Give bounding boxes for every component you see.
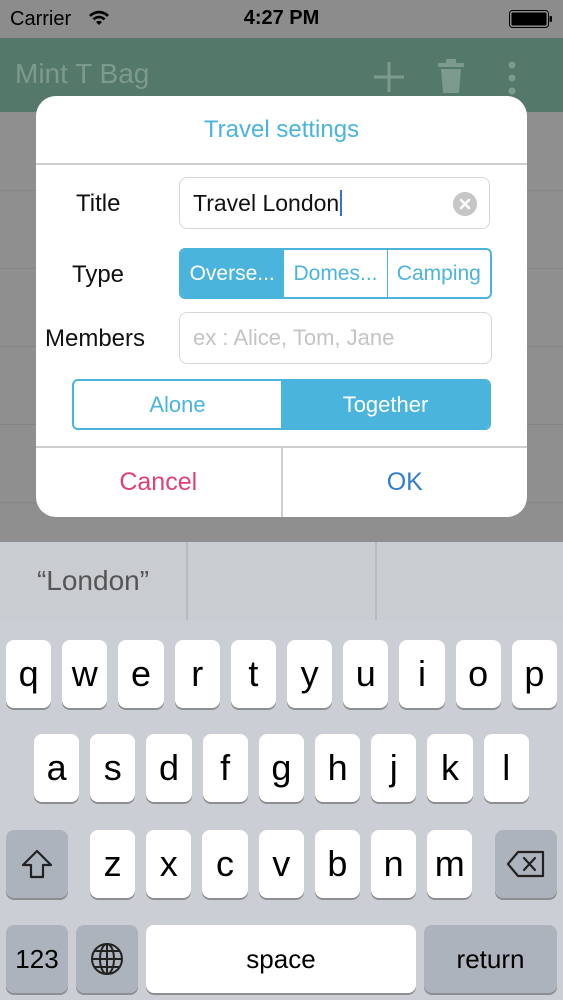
text-caret [340, 190, 343, 216]
key-t[interactable]: t [230, 640, 276, 708]
key-h[interactable]: h [315, 734, 361, 802]
key-b[interactable]: b [314, 830, 360, 898]
dialog-title: Travel settings [203, 116, 360, 143]
type-label: Type [72, 261, 125, 288]
type-option-domestic[interactable]: Domes... [283, 250, 386, 297]
members-placeholder: ex : Alice, Tom, Jane [193, 325, 395, 350]
suggestion-item[interactable] [377, 542, 563, 620]
key-r[interactable]: r [174, 640, 220, 708]
return-key[interactable]: return [424, 925, 557, 993]
key-y[interactable]: y [287, 640, 333, 708]
dialog-divider [36, 163, 527, 165]
key-s[interactable]: s [90, 734, 136, 802]
title-field[interactable]: Travel London [179, 177, 490, 229]
trash-icon[interactable] [437, 58, 465, 94]
key-o[interactable]: o [455, 640, 501, 708]
key-m[interactable]: m [427, 830, 473, 898]
keyboard: qwertyuiop asdfghjkl zxcvbnm 123 space r… [0, 620, 563, 1000]
key-e[interactable]: e [118, 640, 164, 708]
dialog-buttons: Cancel OK [36, 446, 527, 517]
key-f[interactable]: f [202, 734, 248, 802]
members-label: Members [45, 325, 146, 352]
cancel-button[interactable]: Cancel [36, 448, 283, 517]
battery-icon [509, 10, 552, 28]
key-z[interactable]: z [90, 830, 136, 898]
key-k[interactable]: k [427, 734, 473, 802]
title-value: Travel London [193, 190, 343, 217]
key-g[interactable]: g [258, 734, 304, 802]
predictive-text-bar: “London” [0, 542, 563, 620]
suggestion-item[interactable] [188, 542, 375, 620]
key-u[interactable]: u [343, 640, 389, 708]
plus-icon[interactable] [372, 60, 406, 94]
type-segmented-control: Overse... Domes... Camping [179, 248, 492, 299]
type-option-camping[interactable]: Camping [386, 250, 490, 297]
key-x[interactable]: x [146, 830, 192, 898]
key-n[interactable]: n [371, 830, 417, 898]
ok-button[interactable]: OK [283, 448, 528, 517]
key-v[interactable]: v [258, 830, 304, 898]
clear-text-icon[interactable] [453, 192, 477, 216]
key-w[interactable]: w [62, 640, 108, 708]
mode-segmented-control: Alone Together [72, 379, 491, 430]
key-i[interactable]: i [399, 640, 445, 708]
key-j[interactable]: j [371, 734, 417, 802]
suggestion-item[interactable]: “London” [0, 542, 186, 620]
shift-key[interactable] [6, 830, 68, 898]
travel-settings-dialog: Travel settings Title Travel London Type… [36, 96, 527, 517]
key-l[interactable]: l [483, 734, 529, 802]
shift-icon [21, 849, 53, 879]
globe-key[interactable] [76, 925, 138, 993]
members-field[interactable]: ex : Alice, Tom, Jane [179, 312, 492, 364]
numbers-key[interactable]: 123 [6, 925, 68, 993]
key-a[interactable]: a [34, 734, 80, 802]
more-icon[interactable] [506, 60, 518, 96]
backspace-key[interactable] [495, 830, 557, 898]
key-d[interactable]: d [146, 734, 192, 802]
mode-option-together[interactable]: Together [281, 381, 489, 428]
title-label: Title [76, 190, 121, 217]
type-option-overseas[interactable]: Overse... [181, 250, 284, 297]
app-title: Mint T Bag [15, 58, 150, 89]
key-c[interactable]: c [202, 830, 248, 898]
clock: 4:27 PM [243, 7, 320, 29]
backspace-icon [506, 850, 545, 878]
key-q[interactable]: q [6, 640, 52, 708]
key-p[interactable]: p [511, 640, 557, 708]
space-key[interactable]: space [146, 925, 416, 993]
globe-icon [91, 943, 123, 975]
mode-option-alone[interactable]: Alone [74, 381, 281, 428]
status-bar: Carrier 4:27 PM [0, 0, 563, 38]
